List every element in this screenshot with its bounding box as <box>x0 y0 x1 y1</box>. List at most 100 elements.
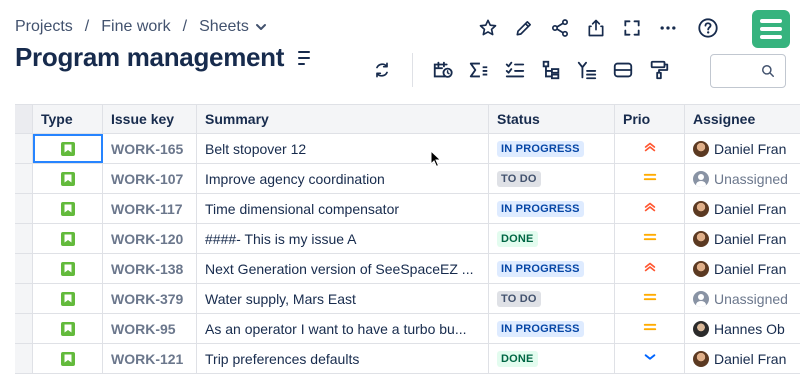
summary-cell[interactable]: Time dimensional compensator <box>197 194 489 223</box>
status-cell[interactable]: IN PROGRESS <box>489 314 615 343</box>
issue-key-cell[interactable]: WORK-138 <box>103 254 197 283</box>
column-header-status[interactable]: Status <box>489 105 615 133</box>
assignee-cell[interactable]: Daniel Fran <box>685 254 800 283</box>
priority-cell[interactable] <box>615 194 685 223</box>
table-row[interactable]: WORK-117 Time dimensional compensator IN… <box>15 194 800 224</box>
status-cell[interactable]: DONE <box>489 224 615 253</box>
breadcrumb-sheets[interactable]: Sheets <box>199 18 249 36</box>
row-handle[interactable] <box>15 344 33 373</box>
breadcrumb-projects[interactable]: Projects <box>15 18 73 36</box>
priority-cell[interactable] <box>615 284 685 313</box>
status-cell[interactable]: IN PROGRESS <box>489 254 615 283</box>
help-icon[interactable] <box>690 10 726 46</box>
summary-cell[interactable]: Water supply, Mars East <box>197 284 489 313</box>
summary-cell[interactable]: Improve agency coordination <box>197 164 489 193</box>
issue-key-cell[interactable]: WORK-379 <box>103 284 197 313</box>
type-cell[interactable] <box>33 134 103 163</box>
row-handle[interactable] <box>15 254 33 283</box>
issue-key-cell[interactable]: WORK-107 <box>103 164 197 193</box>
column-header-prio[interactable]: Prio <box>615 105 685 133</box>
priority-cell[interactable] <box>615 134 685 163</box>
priority-cell[interactable] <box>615 164 685 193</box>
group-icon[interactable] <box>605 52 641 88</box>
priority-cell[interactable] <box>615 254 685 283</box>
row-handle[interactable] <box>15 134 33 163</box>
type-cell[interactable] <box>33 164 103 193</box>
row-handle[interactable] <box>15 284 33 313</box>
type-cell[interactable] <box>33 284 103 313</box>
issue-key-cell[interactable]: WORK-117 <box>103 194 197 223</box>
assignee-cell[interactable]: Hannes Ob <box>685 314 800 343</box>
column-header-issue-key[interactable]: Issue key <box>103 105 197 133</box>
avatar <box>693 200 709 217</box>
assignee-cell[interactable]: Daniel Fran <box>685 344 800 373</box>
table-row[interactable]: WORK-165 Belt stopover 12 IN PROGRESS Da… <box>15 134 800 164</box>
calendar-icon[interactable] <box>425 52 461 88</box>
breadcrumb-fine-work[interactable]: Fine work <box>101 18 170 36</box>
assignee-cell[interactable]: Daniel Fran <box>685 224 800 253</box>
pencil-icon[interactable] <box>506 10 542 46</box>
column-header-assignee[interactable]: Assignee <box>685 105 800 133</box>
type-cell[interactable] <box>33 344 103 373</box>
summary-cell[interactable]: As an operator I want to have a turbo bu… <box>197 314 489 343</box>
share-icon[interactable] <box>542 10 578 46</box>
summary-cell[interactable]: ####- This is my issue A <box>197 224 489 253</box>
fullscreen-icon[interactable] <box>614 10 650 46</box>
type-cell[interactable] <box>33 194 103 223</box>
more-icon[interactable] <box>650 10 686 46</box>
status-cell[interactable]: IN PROGRESS <box>489 134 615 163</box>
issue-key-cell[interactable]: WORK-120 <box>103 224 197 253</box>
assignee-cell[interactable]: Daniel Fran <box>685 194 800 223</box>
export-icon[interactable] <box>578 10 614 46</box>
page-title: Program management <box>15 42 285 72</box>
issue-key-cell[interactable]: WORK-165 <box>103 134 197 163</box>
column-header-type[interactable]: Type <box>33 105 103 133</box>
summary-cell[interactable]: Next Generation version of SeeSpaceEZ ..… <box>197 254 489 283</box>
avatar <box>693 350 709 367</box>
priority-cell[interactable] <box>615 314 685 343</box>
table-row[interactable]: WORK-120 ####- This is my issue A DONE D… <box>15 224 800 254</box>
assignee-name: Hannes Ob <box>714 320 785 337</box>
summary-cell[interactable]: Trip preferences defaults <box>197 344 489 373</box>
type-cell[interactable] <box>33 314 103 343</box>
row-handle[interactable] <box>15 314 33 343</box>
row-handle[interactable] <box>15 194 33 223</box>
sum-icon[interactable] <box>461 52 497 88</box>
app-logo-icon[interactable] <box>752 10 790 48</box>
status-cell[interactable]: TO DO <box>489 284 615 313</box>
chevron-down-icon[interactable] <box>255 21 267 33</box>
status-cell[interactable]: DONE <box>489 344 615 373</box>
star-icon[interactable] <box>470 10 506 46</box>
summary-cell[interactable]: Belt stopover 12 <box>197 134 489 163</box>
checklist-icon[interactable] <box>497 52 533 88</box>
issue-key-cell[interactable]: WORK-121 <box>103 344 197 373</box>
breadcrumb-separator: / <box>84 18 90 35</box>
format-paint-icon[interactable] <box>641 52 677 88</box>
table-row[interactable]: WORK-107 Improve agency coordination TO … <box>15 164 800 194</box>
issue-key-cell[interactable]: WORK-95 <box>103 314 197 343</box>
status-cell[interactable]: IN PROGRESS <box>489 194 615 223</box>
assignee-cell[interactable]: Daniel Fran <box>685 134 800 163</box>
row-handle[interactable] <box>15 224 33 253</box>
status-badge: DONE <box>497 350 538 367</box>
type-cell[interactable] <box>33 254 103 283</box>
table-row[interactable]: WORK-138 Next Generation version of SeeS… <box>15 254 800 284</box>
hierarchy-icon[interactable] <box>533 52 569 88</box>
story-icon <box>60 201 75 216</box>
type-cell[interactable] <box>33 224 103 253</box>
table-row[interactable]: WORK-121 Trip preferences defaults DONE … <box>15 344 800 374</box>
row-handle[interactable] <box>15 164 33 193</box>
assignee-cell[interactable]: Unassigned <box>685 284 800 313</box>
search-input[interactable] <box>710 54 786 88</box>
story-icon <box>60 291 75 306</box>
refresh-icon[interactable] <box>364 52 400 88</box>
status-cell[interactable]: TO DO <box>489 164 615 193</box>
assignee-cell[interactable]: Unassigned <box>685 164 800 193</box>
priority-cell[interactable] <box>615 344 685 373</box>
table-row[interactable]: WORK-379 Water supply, Mars East TO DO U… <box>15 284 800 314</box>
column-header-summary[interactable]: Summary <box>197 105 489 133</box>
filter-list-icon[interactable] <box>569 52 605 88</box>
priority-cell[interactable] <box>615 224 685 253</box>
title-menu-icon[interactable] <box>298 50 312 65</box>
table-row[interactable]: WORK-95 As an operator I want to have a … <box>15 314 800 344</box>
